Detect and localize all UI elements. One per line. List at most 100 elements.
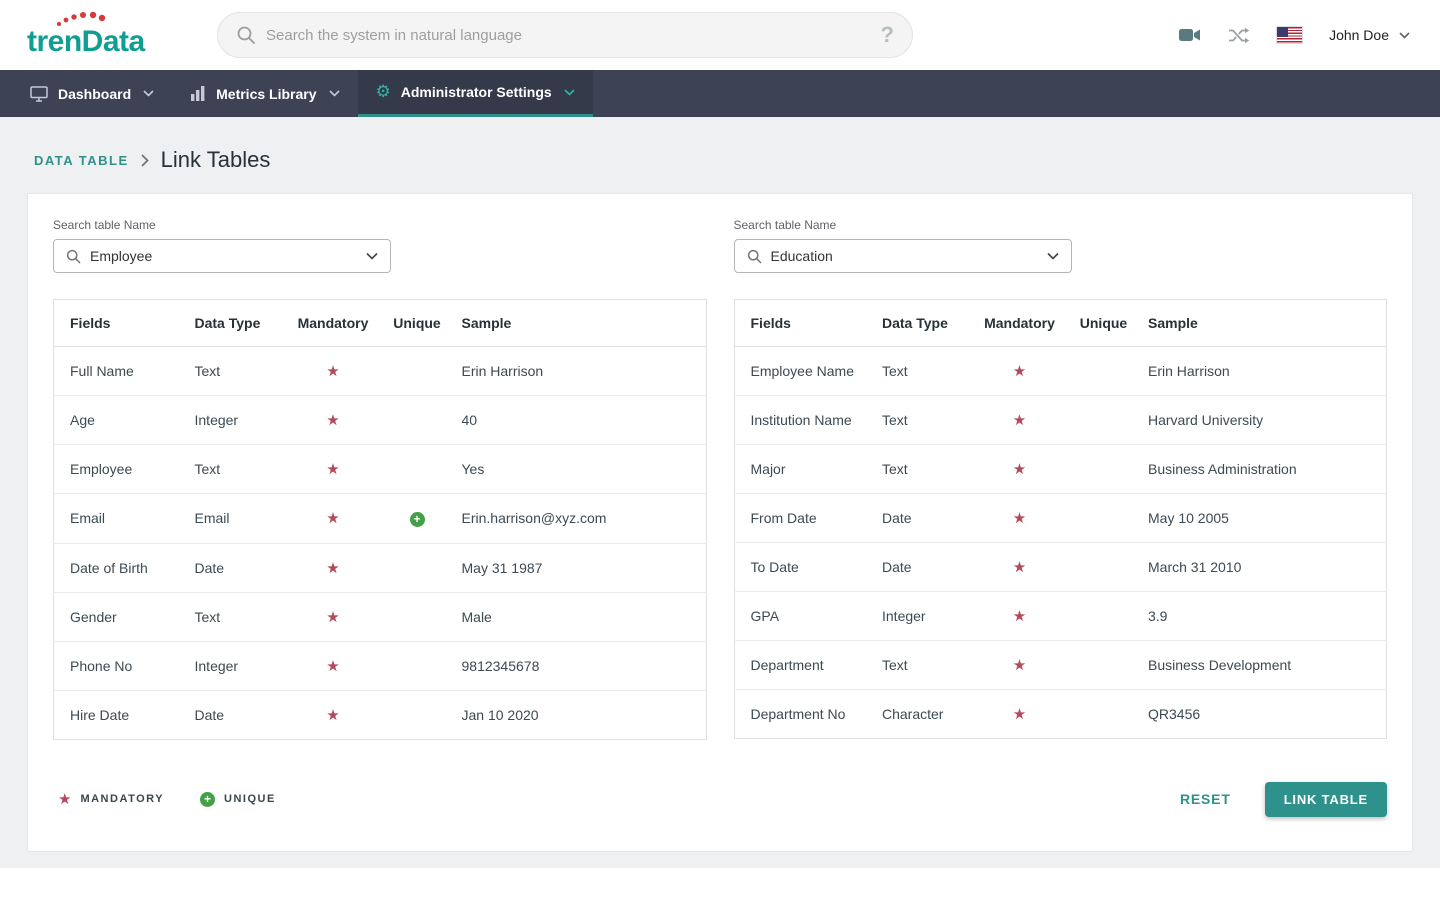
- sample-cell: 3.9: [1140, 592, 1387, 641]
- mandatory-cell: ★: [286, 543, 381, 592]
- field-cell: Full Name: [54, 347, 187, 396]
- column-header-sample: Sample: [454, 300, 707, 347]
- sample-cell: March 31 2010: [1140, 543, 1387, 592]
- breadcrumb-data-table-link[interactable]: DATA TABLE: [34, 153, 129, 168]
- type-cell: Text: [874, 445, 972, 494]
- field-cell: Age: [54, 396, 187, 445]
- unique-cell: [381, 494, 454, 544]
- table-row: From DateDate★May 10 2005: [734, 494, 1387, 543]
- unique-cell: [1067, 690, 1140, 739]
- sample-cell: Jan 10 2020: [454, 690, 707, 739]
- chevron-down-icon: [143, 90, 154, 97]
- sample-cell: Erin Harrison: [1140, 347, 1387, 396]
- left-table-panel: Search table Name Employee: [53, 218, 707, 740]
- user-menu[interactable]: John Doe: [1329, 27, 1410, 43]
- unique-icon: [410, 512, 425, 527]
- mandatory-star-icon: ★: [1013, 509, 1026, 527]
- type-cell: Integer: [187, 396, 286, 445]
- mandatory-star-icon: ★: [326, 608, 339, 626]
- breadcrumb: DATA TABLE Link Tables: [0, 117, 1440, 193]
- column-header-fields: Fields: [54, 300, 187, 347]
- mandatory-cell: ★: [972, 347, 1067, 396]
- right-table-panel: Search table Name Education: [734, 218, 1388, 740]
- reset-button[interactable]: RESET: [1170, 783, 1241, 815]
- table-row: Full NameText★Erin Harrison: [54, 347, 707, 396]
- chevron-down-icon: [1047, 252, 1059, 260]
- unique-cell: [1067, 641, 1140, 690]
- table-row: MajorText★Business Administration: [734, 445, 1387, 494]
- card-footer: ★ MANDATORY UNIQUE RESET LINK TABLE: [53, 782, 1387, 817]
- top-right-actions: John Doe: [1178, 26, 1410, 45]
- legend-mandatory: ★ MANDATORY: [58, 792, 164, 807]
- sample-cell: Male: [454, 592, 707, 641]
- footer-actions: RESET LINK TABLE: [1170, 782, 1387, 817]
- table-row: Institution NameText★Harvard University: [734, 396, 1387, 445]
- mandatory-cell: ★: [286, 396, 381, 445]
- field-cell: Institution Name: [734, 396, 874, 445]
- column-header-unique: Unique: [1067, 300, 1140, 347]
- field-cell: To Date: [734, 543, 874, 592]
- app-root: trenData ?: [0, 0, 1440, 900]
- global-search-bar[interactable]: ?: [217, 12, 913, 58]
- type-cell: Character: [874, 690, 972, 739]
- nav-item-dashboard[interactable]: Dashboard: [12, 70, 172, 117]
- sample-cell: May 10 2005: [1140, 494, 1387, 543]
- column-header-mandatory: Mandatory: [972, 300, 1067, 347]
- table-row: GenderText★Male: [54, 592, 707, 641]
- shuffle-icon[interactable]: [1228, 26, 1250, 45]
- type-cell: Date: [874, 543, 972, 592]
- column-header-data-type: Data Type: [187, 300, 286, 347]
- field-cell: Major: [734, 445, 874, 494]
- type-cell: Text: [874, 396, 972, 445]
- table-row: Hire DateDate★Jan 10 2020: [54, 690, 707, 739]
- type-cell: Text: [187, 592, 286, 641]
- sample-cell: Harvard University: [1140, 396, 1387, 445]
- mandatory-star-icon: ★: [326, 559, 339, 577]
- search-icon: [747, 249, 762, 264]
- video-camera-icon[interactable]: [1178, 26, 1202, 44]
- nav-item-administrator-settings[interactable]: ⚙ Administrator Settings: [358, 70, 593, 117]
- type-cell: Date: [187, 690, 286, 739]
- table-select-education[interactable]: Education: [734, 239, 1072, 273]
- field-cell: From Date: [734, 494, 874, 543]
- language-flag-us[interactable]: [1276, 26, 1303, 44]
- type-cell: Text: [874, 641, 972, 690]
- mandatory-star-icon: ★: [1013, 558, 1026, 576]
- global-search-input[interactable]: [266, 27, 871, 44]
- table-select-employee[interactable]: Employee: [53, 239, 391, 273]
- search-icon: [66, 249, 81, 264]
- mandatory-cell: ★: [286, 592, 381, 641]
- sample-cell: 40: [454, 396, 707, 445]
- mandatory-cell: ★: [286, 641, 381, 690]
- legend-unique-label: UNIQUE: [224, 793, 276, 805]
- table-row: Phone NoInteger★9812345678: [54, 641, 707, 690]
- unique-icon: [200, 792, 215, 807]
- unique-cell: [1067, 592, 1140, 641]
- mandatory-star-icon: ★: [1013, 705, 1026, 723]
- link-table-button[interactable]: LINK TABLE: [1265, 782, 1387, 817]
- mandatory-cell: ★: [972, 592, 1067, 641]
- table-row: EmployeeText★Yes: [54, 445, 707, 494]
- field-cell: Email: [54, 494, 187, 544]
- field-cell: Date of Birth: [54, 543, 187, 592]
- type-cell: Text: [187, 347, 286, 396]
- unique-cell: [1067, 347, 1140, 396]
- selected-table-name: Education: [771, 248, 1038, 264]
- nav-label-administrator-settings: Administrator Settings: [401, 84, 552, 100]
- table-row: Date of BirthDate★May 31 1987: [54, 543, 707, 592]
- chevron-down-icon: [366, 252, 378, 260]
- mandatory-star-icon: ★: [326, 706, 339, 724]
- unique-cell: [381, 641, 454, 690]
- column-header-sample: Sample: [1140, 300, 1387, 347]
- help-icon[interactable]: ?: [881, 22, 894, 48]
- employee-fields-table: Fields Data Type Mandatory Unique Sample…: [53, 299, 707, 740]
- table-row: Department NoCharacter★QR3456: [734, 690, 1387, 739]
- mandatory-cell: ★: [286, 494, 381, 544]
- nav-item-metrics-library[interactable]: Metrics Library: [172, 70, 357, 117]
- trendata-logo[interactable]: trenData: [27, 13, 187, 57]
- mandatory-cell: ★: [972, 494, 1067, 543]
- mandatory-star-icon: ★: [1013, 607, 1026, 625]
- search-table-label: Search table Name: [734, 218, 1388, 232]
- sample-cell: Business Administration: [1140, 445, 1387, 494]
- content-area: DATA TABLE Link Tables Search table Name…: [0, 117, 1440, 868]
